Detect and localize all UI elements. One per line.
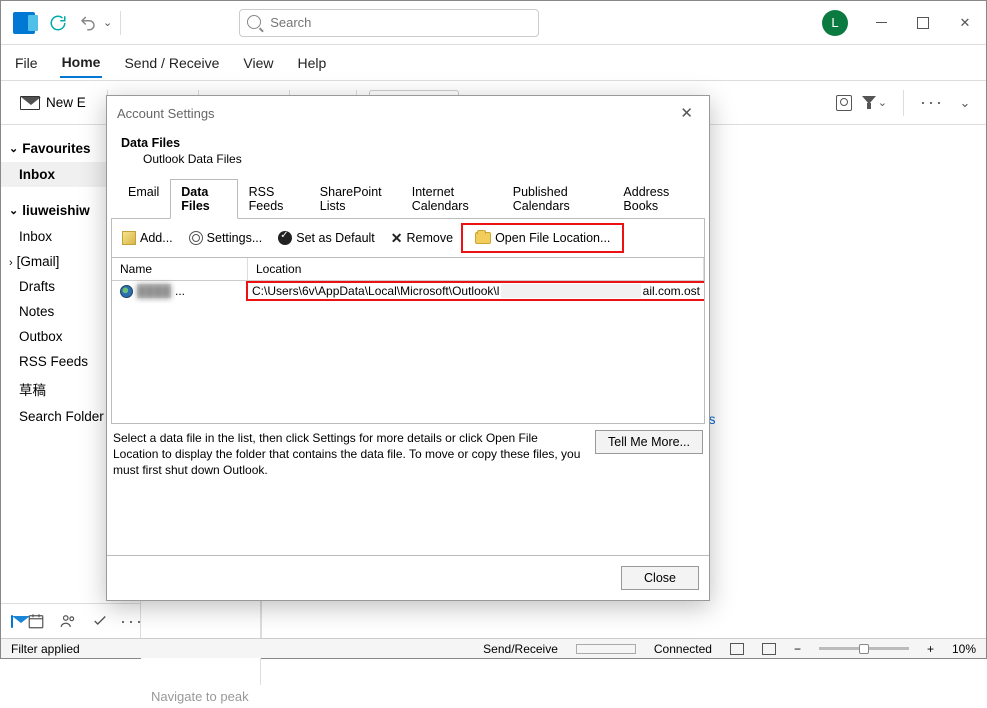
view-normal-icon[interactable] — [730, 643, 744, 655]
col-header-name[interactable]: Name — [112, 258, 248, 280]
help-text: Select a data file in the list, then cli… — [113, 430, 583, 479]
settings-label: Settings... — [207, 231, 263, 245]
menu-file[interactable]: File — [13, 49, 40, 77]
remove-label: Remove — [407, 231, 454, 245]
outlook-app-icon — [13, 12, 35, 34]
location-prefix: C:\Users\6v\AppData\Local\Microsoft\Outl… — [252, 284, 499, 298]
window-maximize-button[interactable] — [902, 1, 944, 45]
view-reading-icon[interactable] — [762, 643, 776, 655]
tasks-view-icon[interactable] — [91, 612, 109, 630]
table-row[interactable]: ████ ... C:\Users\6v\AppData\Local\Micro… — [112, 281, 704, 301]
status-bar: Filter applied Send/Receive Connected − … — [1, 638, 986, 658]
search-icon — [247, 15, 261, 29]
datafiles-table: Name Location ████ ... C:\Users\6v\AppDa… — [111, 258, 705, 424]
location-masked-segment — [501, 284, 640, 298]
remove-datafile-button[interactable]: ✕ Remove — [387, 228, 457, 249]
tab-data-files[interactable]: Data Files — [170, 179, 237, 219]
tab-rss-feeds[interactable]: RSS Feeds — [238, 179, 309, 219]
separator — [903, 90, 904, 116]
open-file-location-label: Open File Location... — [495, 231, 610, 245]
connection-status: Connected — [654, 642, 712, 656]
dialog-toolbar: Add... Settings... Set as Default ✕ Remo… — [111, 219, 705, 258]
tab-address-books[interactable]: Address Books — [612, 179, 699, 219]
search-input[interactable] — [239, 9, 539, 37]
ribbon-expand-chevron-icon[interactable]: ⌄ — [954, 95, 976, 111]
set-default-button[interactable]: Set as Default — [274, 229, 379, 247]
gear-icon — [189, 231, 203, 245]
chevron-down-icon: ⌄ — [878, 96, 887, 109]
remove-x-icon: ✕ — [391, 230, 403, 247]
menu-bar: File Home Send / Receive View Help — [1, 45, 986, 81]
tell-me-more-button[interactable]: Tell Me More... — [595, 430, 703, 454]
menu-send-receive[interactable]: Send / Receive — [122, 49, 221, 77]
chevron-down-icon: ⌄ — [9, 142, 18, 155]
window-close-button[interactable] — [944, 1, 986, 45]
nav-bottom-bar: ··· — [1, 603, 140, 638]
open-file-location-button[interactable]: Open File Location... — [465, 227, 620, 249]
new-email-button[interactable]: New E — [11, 90, 95, 115]
account-label: liuweishiw — [22, 203, 90, 218]
menu-help[interactable]: Help — [296, 49, 329, 77]
zoom-slider[interactable] — [819, 647, 909, 650]
filter-button[interactable]: ⌄ — [862, 96, 887, 110]
zoom-percent: 10% — [952, 642, 976, 656]
location-suffix: ail.com.ost — [643, 284, 700, 298]
tab-email[interactable]: Email — [117, 179, 170, 219]
user-avatar[interactable]: L — [822, 10, 848, 36]
datafile-name-masked: ████ — [137, 284, 171, 298]
chevron-down-icon: ⌄ — [9, 204, 18, 217]
dialog-titlebar: Account Settings ✕ — [107, 96, 709, 130]
sync-icon[interactable] — [49, 14, 67, 32]
folder-icon — [475, 232, 491, 244]
table-header-row: Name Location — [112, 258, 704, 281]
progress-bar — [576, 644, 636, 654]
funnel-icon — [862, 96, 876, 110]
dialog-subheading: Outlook Data Files — [121, 152, 695, 166]
dialog-help-area: Select a data file in the list, then cli… — [113, 430, 703, 479]
undo-dropdown-icon[interactable] — [79, 14, 97, 32]
dialog-close-button[interactable]: ✕ — [674, 102, 699, 124]
zoom-out-button[interactable]: − — [794, 642, 801, 656]
window-minimize-button[interactable] — [860, 1, 902, 45]
chevron-right-icon: › — [9, 257, 13, 269]
tab-internet-calendars[interactable]: Internet Calendars — [401, 179, 502, 219]
checkmark-circle-icon — [278, 231, 292, 245]
menu-home[interactable]: Home — [60, 48, 103, 78]
dialog-tabstrip: EmailData FilesRSS FeedsSharePoint Lists… — [111, 178, 705, 219]
set-default-label: Set as Default — [296, 231, 375, 245]
favourites-label: Favourites — [22, 141, 90, 156]
contact-card-icon[interactable] — [836, 95, 852, 111]
dialog-header: Data Files Outlook Data Files — [107, 130, 709, 178]
more-dots-icon[interactable]: ··· — [920, 92, 944, 113]
sendreceive-status: Send/Receive — [483, 642, 558, 656]
mail-view-icon[interactable] — [11, 615, 13, 628]
separator — [120, 11, 121, 35]
col-header-location[interactable]: Location — [248, 258, 704, 280]
account-settings-dialog: Account Settings ✕ Data Files Outlook Da… — [106, 95, 710, 601]
title-bar: ⌄ L — [1, 1, 986, 45]
navigate-peak-text: Navigate to peak — [141, 685, 260, 708]
dialog-heading: Data Files — [121, 136, 695, 150]
globe-icon — [120, 285, 133, 298]
settings-datafile-button[interactable]: Settings... — [185, 229, 267, 247]
dialog-close-footer-button[interactable]: Close — [621, 566, 699, 590]
new-email-label: New E — [46, 95, 86, 110]
dialog-title: Account Settings — [117, 106, 215, 121]
qat-chevron-icon[interactable]: ⌄ — [103, 16, 112, 29]
people-view-icon[interactable] — [59, 612, 77, 630]
filter-status: Filter applied — [11, 642, 80, 656]
zoom-in-button[interactable]: + — [927, 642, 934, 656]
tab-sharepoint-lists[interactable]: SharePoint Lists — [309, 179, 401, 219]
more-views-icon[interactable]: ··· — [123, 612, 141, 630]
add-label: Add... — [140, 231, 173, 245]
dialog-footer: Close — [107, 555, 709, 600]
menu-view[interactable]: View — [241, 49, 275, 77]
tab-published-calendars[interactable]: Published Calendars — [502, 179, 613, 219]
envelope-icon — [20, 96, 40, 110]
add-datafile-button[interactable]: Add... — [118, 229, 177, 247]
search-container — [239, 9, 539, 37]
add-icon — [122, 231, 136, 245]
